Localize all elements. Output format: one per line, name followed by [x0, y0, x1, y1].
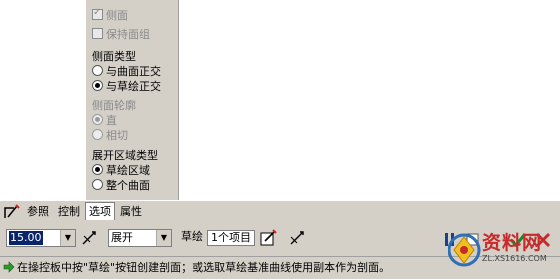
unfold-option-whole-surface[interactable]: 整个曲面: [92, 177, 150, 192]
mode-value-text: 展开: [111, 231, 133, 244]
side-profile-option-straight[interactable]: 直: [92, 112, 117, 127]
watermark-url: ZL.XS1616.COM: [482, 254, 547, 263]
sketch-label: 草绘: [181, 230, 203, 243]
side-checkbox[interactable]: 侧面: [92, 7, 128, 22]
option-label: 相切: [106, 128, 128, 142]
radio-button[interactable]: [92, 179, 103, 190]
side-checkbox-label: 侧面: [106, 8, 128, 22]
option-label: 草绘区域: [106, 163, 150, 177]
keep-surface-group-label: 保持面组: [106, 27, 150, 41]
tab-properties[interactable]: 属性: [117, 203, 145, 220]
status-message: 在操控板中按"草绘"按钮创建剖面；或选取草绘基准曲线使用副本作为剖面。: [17, 261, 391, 274]
dashboard-tab-bar: 参照 控制 选项 属性: [0, 200, 560, 222]
option-label: 直: [106, 113, 117, 127]
watermark-logo: 资料网 ZL.XS1616.COM: [448, 226, 560, 278]
options-panel: 侧面 保持面组 侧面类型 与曲面正交 与草绘正交 侧面轮廓 直 相切 展开区域类…: [86, 0, 179, 200]
offset-value-combo[interactable]: 15.00 ▼: [6, 229, 76, 247]
radio-button[interactable]: [92, 65, 103, 76]
define-sketch-icon[interactable]: [258, 228, 278, 248]
sketch-items-collector[interactable]: 1个项目: [207, 230, 255, 246]
chevron-down-icon[interactable]: ▼: [156, 230, 171, 246]
tab-references[interactable]: 参照: [24, 203, 52, 220]
keep-surface-group-checkbox[interactable]: 保持面组: [92, 26, 150, 41]
option-label: 与曲面正交: [106, 64, 161, 78]
side-checkbox-box[interactable]: [92, 7, 103, 20]
side-profile-option-tangent[interactable]: 相切: [92, 127, 128, 142]
left-blank-area: [0, 0, 86, 200]
mode-combo[interactable]: 展开 ▼: [108, 229, 172, 247]
flip-side-icon[interactable]: [287, 228, 307, 248]
tab-control[interactable]: 控制: [55, 203, 83, 220]
radio-button[interactable]: [92, 164, 103, 175]
keep-surface-group-box[interactable]: [92, 28, 103, 39]
chevron-down-icon[interactable]: ▼: [60, 230, 75, 246]
radio-button[interactable]: [92, 80, 103, 91]
graphics-area[interactable]: [179, 0, 560, 200]
green-arrow-icon: [3, 261, 15, 273]
watermark-emblem-icon: [448, 233, 481, 267]
option-label: 与草绘正交: [106, 79, 161, 93]
side-type-option-surface-normal[interactable]: 与曲面正交: [92, 63, 161, 78]
offset-value-text[interactable]: 15.00: [9, 231, 43, 245]
tab-options[interactable]: 选项: [85, 202, 115, 220]
radio-button[interactable]: [92, 129, 103, 140]
sketch-tool-icon[interactable]: [2, 203, 22, 221]
flip-direction-icon[interactable]: [79, 228, 99, 248]
radio-button[interactable]: [92, 114, 103, 125]
side-type-option-sketch-normal[interactable]: 与草绘正交: [92, 78, 161, 93]
watermark-title: 资料网: [482, 232, 543, 254]
option-label: 整个曲面: [106, 178, 150, 192]
unfold-option-sketch-region[interactable]: 草绘区域: [92, 162, 150, 177]
